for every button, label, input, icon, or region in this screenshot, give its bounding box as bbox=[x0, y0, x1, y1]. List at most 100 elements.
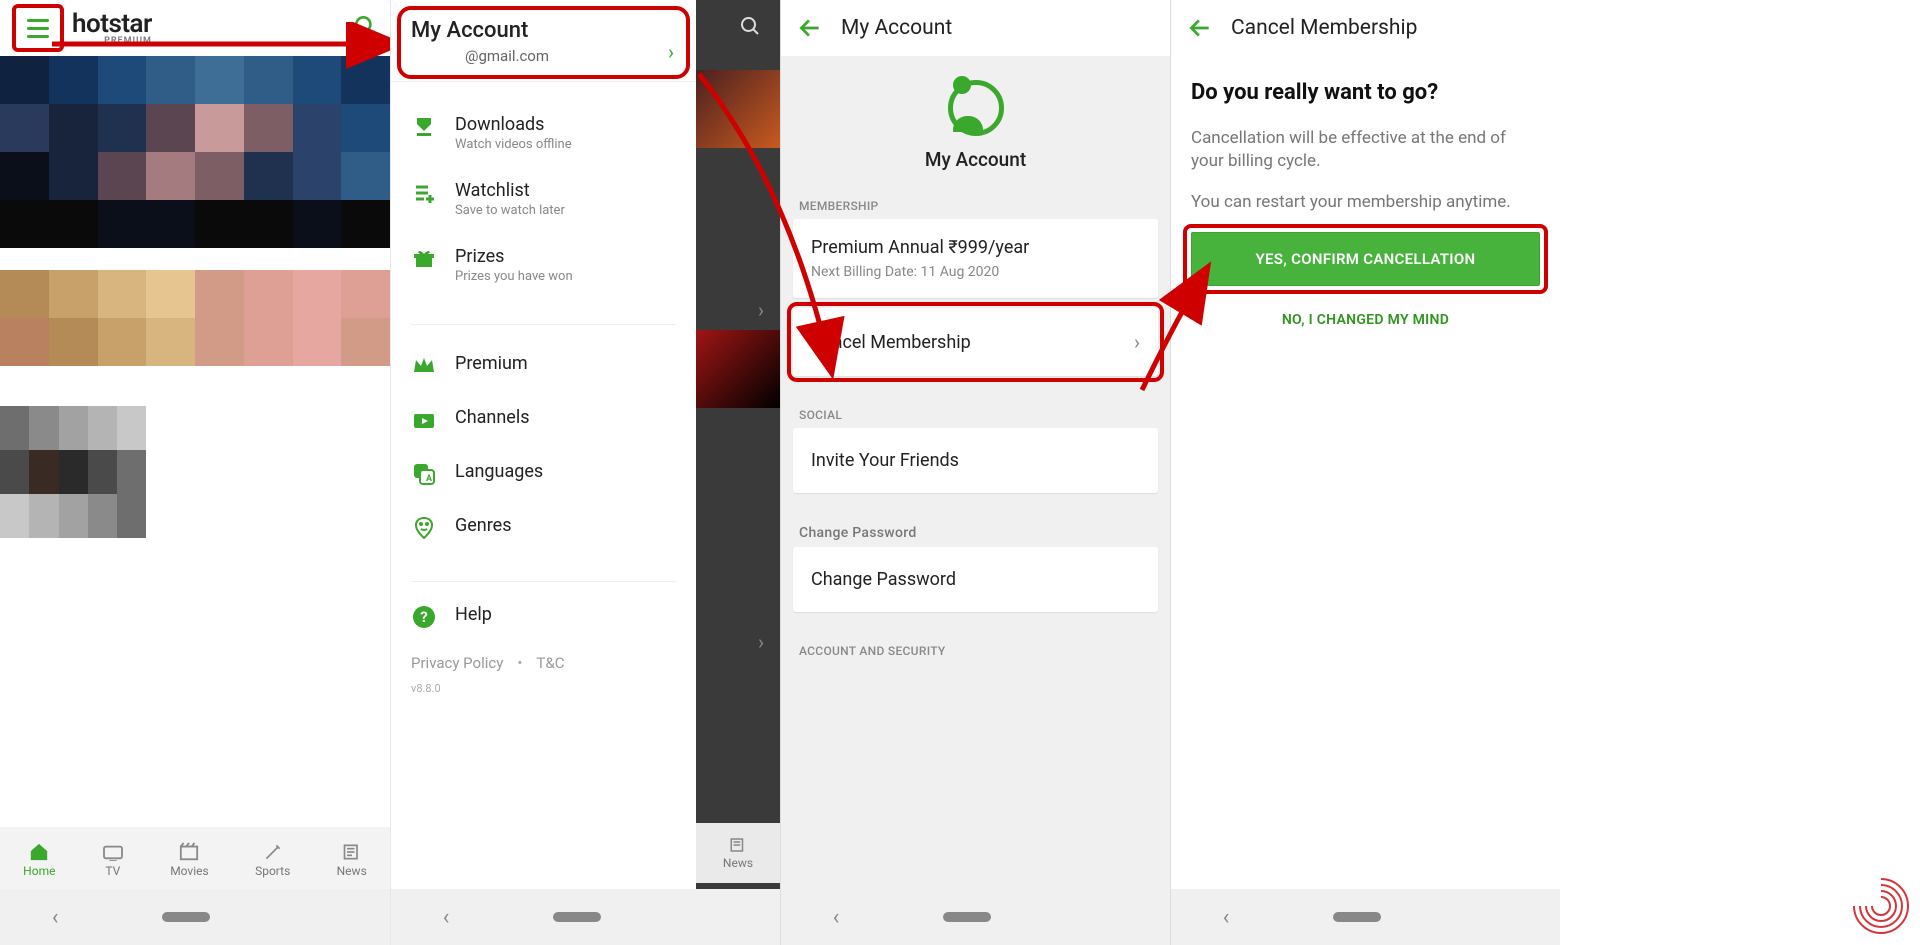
nav-movies[interactable]: Movies bbox=[170, 842, 209, 878]
cancel-membership-row[interactable]: Cancel Membership › bbox=[793, 308, 1158, 376]
nav-news[interactable]: News bbox=[337, 842, 367, 878]
watchlist-icon bbox=[411, 180, 437, 206]
hamburger-highlight bbox=[12, 4, 64, 52]
whitespace bbox=[1560, 0, 1920, 945]
row-thumbnail-1[interactable] bbox=[0, 270, 390, 366]
tv-icon bbox=[102, 842, 124, 862]
nav-news-label: News bbox=[337, 864, 367, 878]
drawer-account-header[interactable]: My Account @gmail.com › bbox=[391, 0, 696, 82]
backdrop-nav-news[interactable]: News bbox=[696, 823, 780, 883]
drawer-channels-label: Channels bbox=[455, 407, 530, 428]
drawer-item-watchlist[interactable]: Watchlist Save to watch later bbox=[391, 166, 696, 232]
section-membership-label: MEMBERSHIP bbox=[781, 189, 1170, 219]
nav-sports[interactable]: Sports bbox=[255, 842, 290, 878]
nav-home[interactable]: Home bbox=[23, 842, 55, 878]
panel-drawer: 2/5 › › News My Account @gmail.com › Dow… bbox=[390, 0, 780, 945]
drawer-watchlist-sub: Save to watch later bbox=[455, 203, 565, 218]
drawer-languages-label: Languages bbox=[455, 461, 543, 482]
back-arrow-icon[interactable] bbox=[1187, 15, 1213, 41]
back-arrow-icon[interactable] bbox=[797, 15, 823, 41]
cancel-para-1: Cancellation will be effective at the en… bbox=[1191, 127, 1540, 173]
system-nav: ‹ bbox=[391, 889, 780, 945]
invite-friends-row[interactable]: Invite Your Friends bbox=[793, 428, 1158, 493]
hero-thumbnail[interactable] bbox=[0, 56, 390, 248]
logo-wordmark: hotstar bbox=[72, 11, 152, 37]
drawer-item-downloads[interactable]: DownloadsWatch videos offline bbox=[391, 100, 696, 166]
row-thumbnail-2[interactable] bbox=[0, 406, 234, 538]
divider bbox=[411, 324, 676, 325]
system-home-pill[interactable] bbox=[162, 912, 210, 922]
search-button[interactable] bbox=[352, 13, 378, 43]
account-avatar-section: My Account bbox=[781, 56, 1170, 189]
system-home-pill[interactable] bbox=[553, 912, 601, 922]
backdrop-news-label: News bbox=[723, 856, 753, 870]
membership-card: Premium Annual ₹999/year Next Billing Da… bbox=[793, 219, 1158, 298]
drawer-premium-label: Premium bbox=[455, 353, 528, 374]
crown-icon bbox=[411, 353, 437, 379]
drawer-list-secondary: Premium Channels A Languages Genres bbox=[391, 333, 696, 573]
change-password-row[interactable]: Change Password bbox=[793, 547, 1158, 612]
nav-tv-label: TV bbox=[105, 864, 120, 878]
system-back[interactable]: ‹ bbox=[443, 905, 450, 930]
change-password-card: Change Password bbox=[793, 547, 1158, 612]
system-home-pill[interactable] bbox=[1333, 912, 1381, 922]
backdrop-thumb-2 bbox=[696, 330, 780, 408]
avatar-icon bbox=[948, 80, 1004, 136]
plan-row[interactable]: Premium Annual ₹999/year Next Billing Da… bbox=[793, 219, 1158, 298]
plan-sub: Next Billing Date: 11 Aug 2020 bbox=[811, 264, 1140, 280]
drawer-backdrop-strip: 2/5 › › News bbox=[696, 0, 780, 945]
drawer-watchlist-label: Watchlist bbox=[455, 180, 565, 201]
nav-sports-label: Sports bbox=[255, 864, 290, 878]
system-nav: ‹ bbox=[1171, 889, 1560, 945]
channels-icon bbox=[411, 407, 437, 433]
confirm-cancellation-button[interactable]: YES, CONFIRM CANCELLATION bbox=[1191, 232, 1540, 286]
hamburger-menu[interactable] bbox=[20, 10, 56, 46]
drawer-item-prizes[interactable]: PrizesPrizes you have won bbox=[391, 232, 696, 298]
nav-tv[interactable]: TV bbox=[102, 842, 124, 878]
drawer-help-label: Help bbox=[455, 604, 492, 625]
panel-cancel-membership: Cancel Membership Do you really want to … bbox=[1170, 0, 1560, 945]
drawer-prizes-sub: Prizes you have won bbox=[455, 269, 573, 284]
bottom-nav: Home TV Movies Sports News bbox=[0, 827, 390, 889]
drawer-item-premium[interactable]: Premium bbox=[391, 339, 696, 393]
tnc-link[interactable]: T&C bbox=[536, 654, 564, 672]
drawer-item-help[interactable]: ? Help bbox=[391, 590, 696, 644]
backdrop-thumb-1 bbox=[696, 70, 780, 148]
watermark-swirl-icon bbox=[1848, 873, 1914, 939]
hotstar-logo: hotstar PREMIUM bbox=[72, 11, 152, 46]
drawer-list-primary: DownloadsWatch videos offline Watchlist S… bbox=[391, 82, 696, 316]
row-more-2[interactable]: › bbox=[758, 630, 764, 654]
drawer-item-genres[interactable]: Genres bbox=[391, 501, 696, 555]
account-center-title: My Account bbox=[925, 148, 1026, 171]
svg-text:?: ? bbox=[420, 608, 427, 626]
row-more-1[interactable]: › bbox=[758, 298, 764, 322]
sports-icon bbox=[262, 842, 284, 862]
change-password-label: Change Password bbox=[811, 569, 956, 590]
backdrop-search-icon bbox=[738, 14, 762, 38]
news-icon bbox=[729, 836, 747, 854]
drawer-downloads-label: Downloads bbox=[455, 114, 572, 135]
system-nav: ‹ bbox=[0, 889, 390, 945]
panel-home: hotstar PREMIUM bbox=[0, 0, 390, 945]
system-home-pill[interactable] bbox=[943, 912, 991, 922]
system-back[interactable]: ‹ bbox=[52, 905, 59, 930]
privacy-policy-link[interactable]: Privacy Policy bbox=[411, 654, 503, 672]
help-icon: ? bbox=[411, 604, 437, 630]
system-back[interactable]: ‹ bbox=[1223, 905, 1230, 930]
app-version: v8.8.0 bbox=[391, 672, 696, 695]
nav-home-label: Home bbox=[23, 864, 55, 878]
drawer-item-channels[interactable]: Channels bbox=[391, 393, 696, 447]
changed-mind-link[interactable]: NO, I CHANGED MY MIND bbox=[1191, 312, 1540, 328]
logo-premium-badge: PREMIUM bbox=[104, 37, 152, 46]
drawer-item-languages[interactable]: A Languages bbox=[391, 447, 696, 501]
system-back[interactable]: ‹ bbox=[833, 905, 840, 930]
download-icon bbox=[411, 114, 437, 140]
separator-dot: • bbox=[517, 654, 522, 672]
drawer-account-email: @gmail.com bbox=[465, 47, 676, 65]
section-social-label: SOCIAL bbox=[781, 398, 1170, 428]
cancel-header: Cancel Membership bbox=[1171, 0, 1560, 56]
plan-title: Premium Annual ₹999/year bbox=[811, 237, 1140, 258]
search-icon bbox=[352, 13, 378, 39]
divider bbox=[411, 581, 676, 582]
drawer-account-title: My Account bbox=[411, 18, 676, 43]
